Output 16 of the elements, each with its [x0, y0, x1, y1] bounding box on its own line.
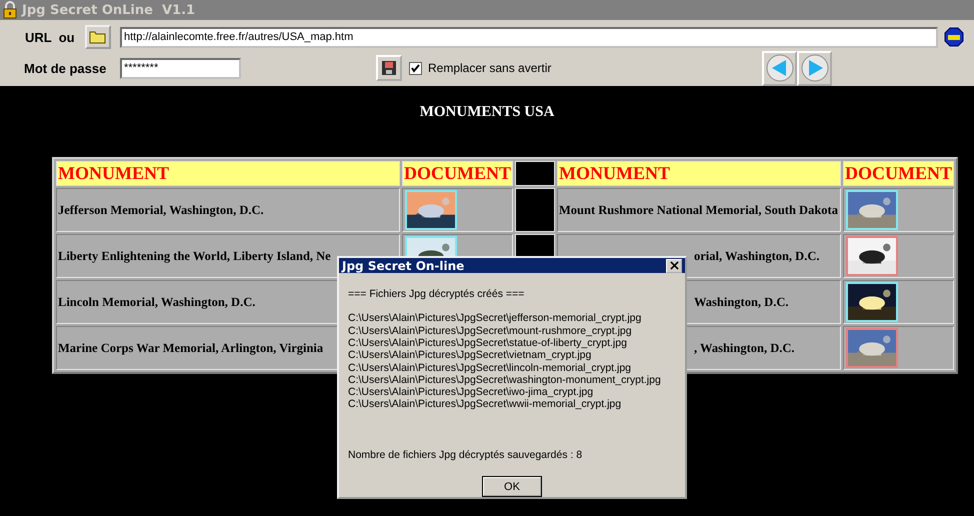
column-header: DOCUMENT: [402, 161, 513, 186]
window-title: Jpg Secret OnLine V1.1: [22, 2, 196, 18]
file-path: C:\Users\Alain\Pictures\JpgSecret\washington-monument_crypt.jpg: [348, 374, 662, 386]
summary-text: Nombre de fichiers Jpg décryptés sauvegardés : 8: [348, 448, 584, 461]
column-header: MONUMENT: [557, 161, 841, 186]
checkbox-label: Remplacer sans avertir: [428, 61, 552, 75]
dialog-title: Jpg Secret On-line: [342, 258, 464, 273]
password-label: Mot de passe: [24, 60, 108, 76]
table-cell: Jefferson Memorial, Washington, D.C.: [56, 188, 400, 232]
url-label: URL ou: [25, 30, 76, 44]
column-header: MONUMENT: [56, 161, 400, 186]
page-heading: MONUMENTS USA: [420, 104, 554, 121]
table-cell: Mount Rushmore National Memorial, South Dakota: [557, 188, 841, 232]
file-path: C:\Users\Alain\Pictures\JpgSecret\wwii-memorial_crypt.jpg: [348, 398, 622, 411]
column-header: DOCUMENT: [843, 161, 954, 186]
file-path: C:\Users\Alain\Pictures\JpgSecret\iwo-jima_crypt.jpg: [348, 386, 594, 398]
